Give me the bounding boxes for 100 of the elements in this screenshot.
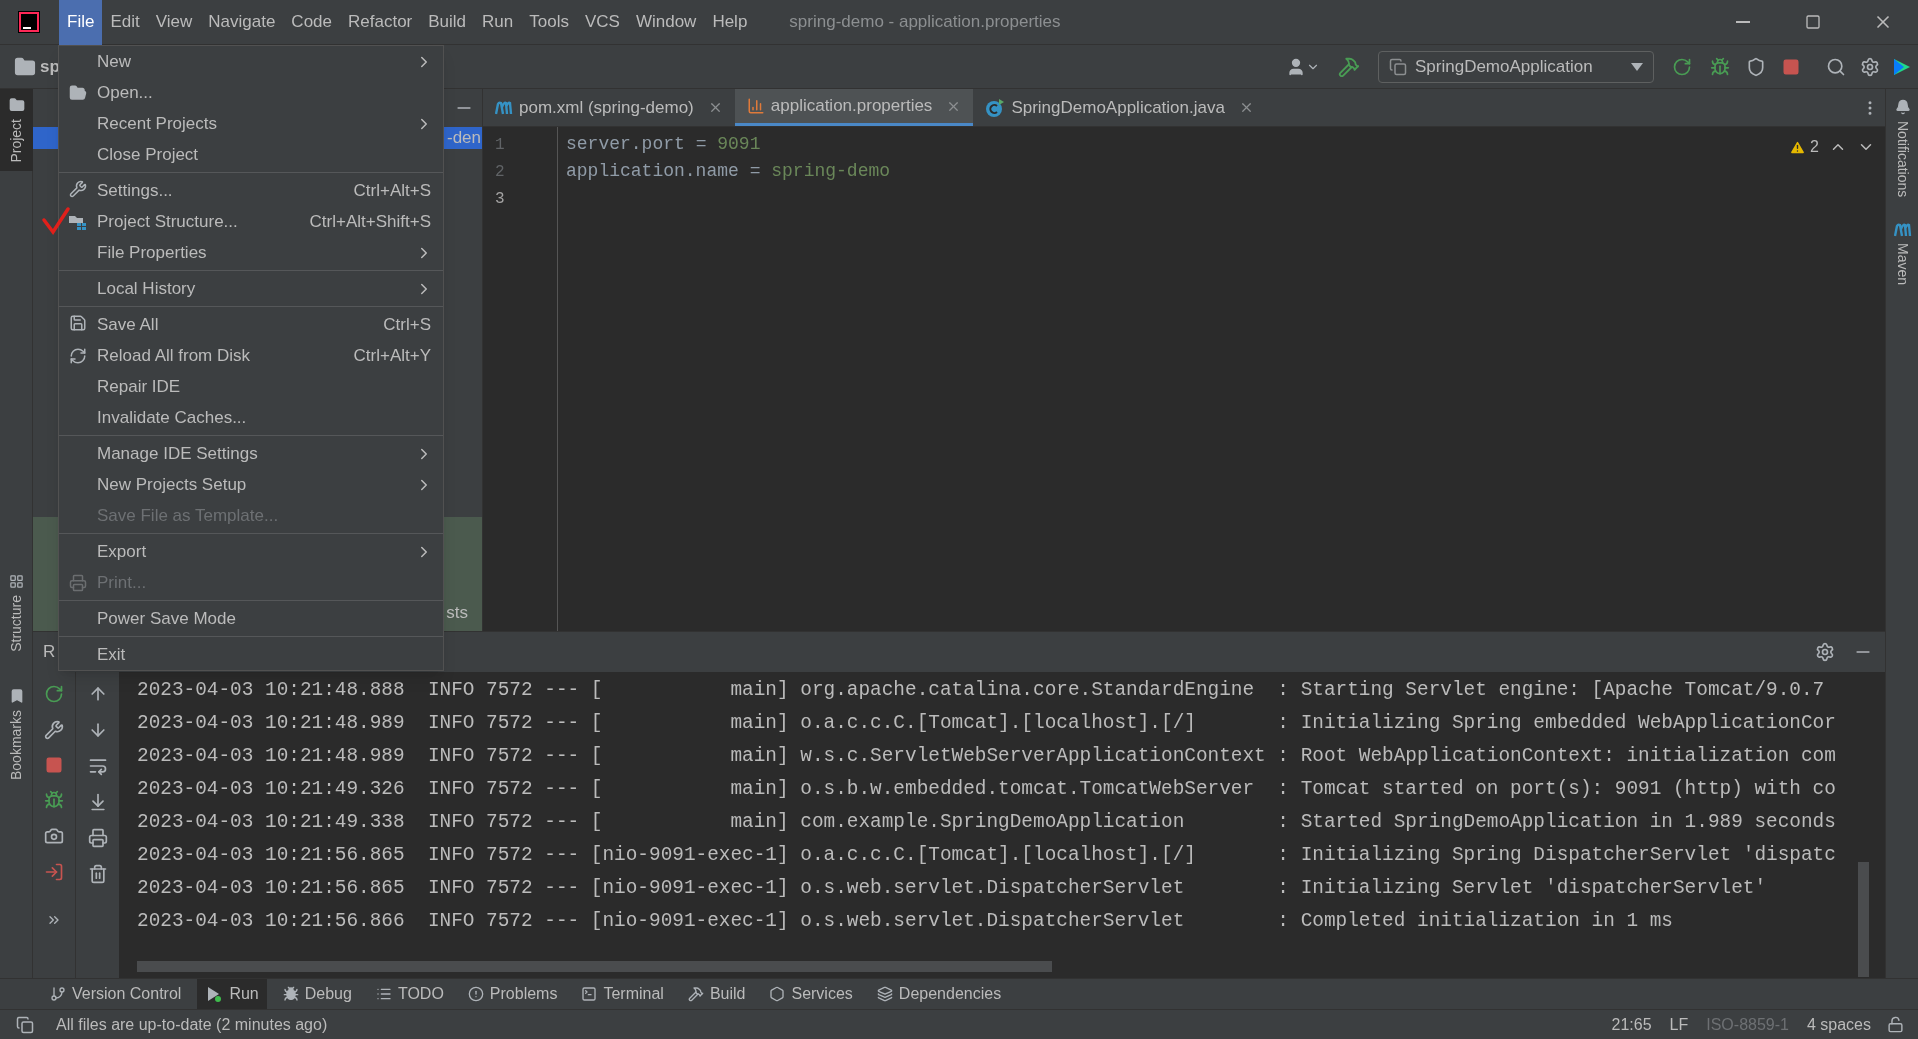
wrap-icon[interactable]: [87, 756, 108, 776]
menu-bar-item[interactable]: Tools: [521, 0, 577, 45]
console-line: 2023-04-03 10:21:49.338 INFO 7572 --- [ main] com.example.SpringDemoApplication : Started SpringDemoApplication in 1.989 seconds: [137, 809, 1836, 835]
menu-bar-item[interactable]: Refactor: [340, 0, 421, 45]
editor-tab[interactable]: application.properties: [734, 89, 974, 126]
menu-bar-item[interactable]: View: [147, 0, 201, 45]
folder-icon: [14, 55, 36, 78]
menu-item[interactable]: File Properties: [59, 237, 443, 268]
menu-bar-item[interactable]: Window: [627, 0, 705, 45]
rerun-icon[interactable]: [1672, 56, 1692, 77]
window-title: spring-demo - application.properties: [789, 11, 1061, 34]
debug-icon[interactable]: [44, 790, 64, 810]
wrench-icon[interactable]: [44, 720, 64, 740]
plugin-logo-icon[interactable]: [1892, 56, 1912, 77]
build-hammer-icon[interactable]: [1338, 55, 1360, 78]
tool-window-tab[interactable]: Dependencies: [868, 979, 1010, 1009]
tool-window-tab[interactable]: Services: [761, 979, 861, 1009]
menu-item[interactable]: Manage IDE Settings: [59, 435, 443, 469]
menu-item[interactable]: New: [59, 46, 443, 77]
menu-item[interactable]: Reload All from Disk Ctrl+Alt+Y: [59, 340, 443, 371]
save-icon: [69, 314, 87, 332]
menu-item[interactable]: Local History: [59, 270, 443, 304]
editor-tab[interactable]: pom.xml (spring-demo): [483, 89, 735, 126]
tool-window-tab[interactable]: Structure: [0, 566, 33, 660]
tool-window-tab[interactable]: Debug: [274, 979, 360, 1009]
menu-item[interactable]: Open...: [59, 77, 443, 108]
folder-grid-icon: [68, 213, 88, 231]
printer-icon: [69, 574, 87, 592]
problems-icon: [467, 986, 484, 1002]
tool-window-tab[interactable]: Bookmarks: [0, 679, 33, 788]
bug-icon: [282, 986, 299, 1002]
vertical-scrollbar[interactable]: [1858, 862, 1869, 977]
stop-icon[interactable]: [45, 756, 63, 774]
coverage-icon[interactable]: [1746, 56, 1766, 77]
editor-tab[interactable]: SpringDemoApplication.java: [973, 89, 1266, 126]
printer-icon[interactable]: [87, 828, 108, 848]
menu-item[interactable]: Export: [59, 533, 443, 567]
exit-icon[interactable]: [44, 862, 64, 882]
menu-bar-item[interactable]: Build: [420, 0, 475, 45]
bell-icon: [1894, 99, 1911, 115]
menu-item[interactable]: Exit: [59, 636, 443, 670]
menu-item[interactable]: Power Save Mode: [59, 600, 443, 634]
console-line: 2023-04-03 10:21:48.989 INFO 7572 --- [ main] o.a.c.c.C.[Tomcat].[localhost].[/] : Initializing Spring embedded WebApplicationCor: [137, 710, 1836, 736]
menu-item[interactable]: Settings... Ctrl+Alt+S: [59, 172, 443, 206]
console-line: 2023-04-03 10:21:56.865 INFO 7572 --- [nio-9091-exec-1] o.a.c.c.C.[Tomcat].[localhost].[/] : Initializing Spring DispatcherServlet 'dispatc: [137, 842, 1836, 868]
maximize-icon: [1805, 14, 1821, 30]
console-line: 2023-04-03 10:21:56.865 INFO 7572 --- [nio-9091-exec-1] o.s.web.servlet.DispatcherServlet : Initializing Servlet 'dispatcherServlet': [137, 875, 1767, 901]
console-line: 2023-04-03 10:21:48.989 INFO 7572 --- [ main] w.s.c.ServletWebServerApplicationContext : Root WebApplicationContext: initialization com: [137, 743, 1836, 769]
tool-window-tab[interactable]: Build: [679, 979, 754, 1009]
branch-icon: [50, 986, 66, 1002]
panel-toggle-icon[interactable]: [16, 1015, 34, 1034]
menu-bar-item[interactable]: Code: [283, 0, 340, 45]
menu-item[interactable]: Repair IDE: [59, 371, 443, 402]
menu-item[interactable]: Project Structure... Ctrl+Alt+Shift+S: [59, 206, 443, 237]
tool-window-tab[interactable]: Run: [197, 979, 267, 1009]
menu-bar-item[interactable]: Run: [474, 0, 522, 45]
folder-icon: [8, 97, 25, 113]
wrench-icon: [69, 180, 87, 198]
status-item[interactable]: LF: [1669, 1012, 1689, 1037]
tool-window-tab[interactable]: Problems: [459, 979, 566, 1009]
tool-window-tab[interactable]: Notifications: [1886, 95, 1918, 202]
menu-item[interactable]: Close Project: [59, 139, 443, 170]
unlock-icon[interactable]: [1887, 1016, 1904, 1033]
tool-window-tab[interactable]: TODO: [367, 979, 452, 1009]
properties-file-icon: [746, 97, 765, 115]
tool-window-tab[interactable]: Terminal: [573, 979, 672, 1009]
menu-item[interactable]: Save All Ctrl+S: [59, 306, 443, 340]
stop-icon[interactable]: [1782, 57, 1800, 76]
menu-bar-item[interactable]: Navigate: [200, 0, 284, 45]
horizontal-scrollbar[interactable]: [137, 961, 1052, 972]
settings-icon[interactable]: [1815, 642, 1835, 662]
debug-icon[interactable]: [1710, 56, 1730, 77]
status-item[interactable]: 4 spaces: [1806, 1012, 1871, 1037]
line-number: 3: [494, 188, 506, 210]
run-configuration-dropdown[interactable]: SpringDemoApplication: [1378, 50, 1654, 83]
trash-icon[interactable]: [87, 864, 108, 884]
menu-item[interactable]: Invalidate Caches...: [59, 402, 443, 433]
line-number: 2: [494, 161, 506, 183]
menu-bar-item[interactable]: Edit: [102, 0, 148, 45]
tree-item[interactable]: sts: [446, 599, 468, 625]
warning-count[interactable]: 2: [1789, 135, 1819, 159]
settings-icon[interactable]: [1860, 56, 1880, 77]
tree-item[interactable]: -den: [446, 125, 481, 151]
status-item[interactable]: 21:65: [1611, 1012, 1652, 1037]
menu-bar-item[interactable]: File: [59, 0, 103, 45]
menu-bar-item[interactable]: VCS: [576, 0, 628, 45]
menu-bar-item[interactable]: Help: [704, 0, 756, 45]
status-message: All files are up-to-date (2 minutes ago): [56, 1014, 328, 1035]
search-icon[interactable]: [1826, 56, 1846, 77]
tool-window-tab[interactable]: Maven: [1886, 219, 1918, 290]
menu-item[interactable]: New Projects Setup: [59, 469, 443, 500]
rerun-icon[interactable]: [44, 684, 64, 704]
camera-icon[interactable]: [44, 826, 64, 846]
window-icon: [1389, 57, 1407, 76]
maven-icon: [1893, 223, 1912, 238]
menu-item[interactable]: Recent Projects: [59, 108, 443, 139]
tool-window-tab[interactable]: Project: [0, 89, 33, 171]
account-button[interactable]: [1286, 56, 1320, 77]
reload-icon: [69, 347, 87, 365]
tool-window-tab[interactable]: Version Control: [42, 979, 190, 1009]
